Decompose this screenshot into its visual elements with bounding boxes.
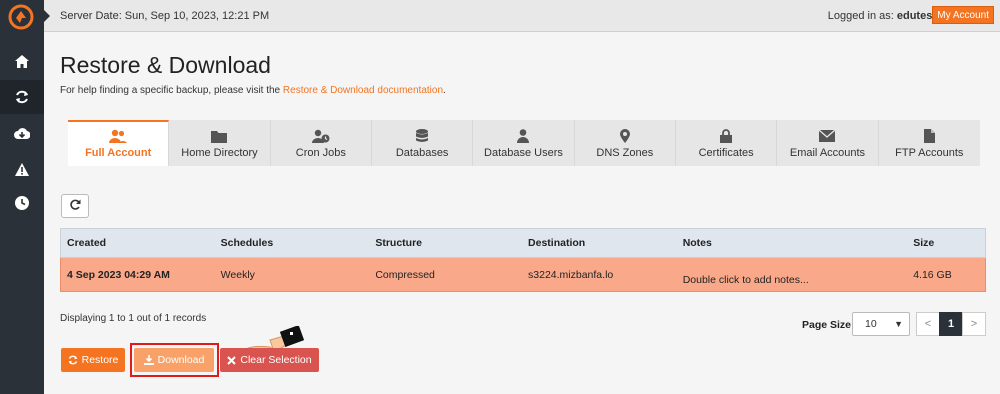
tab-label: Home Directory <box>181 147 258 159</box>
envelope-icon <box>819 127 836 145</box>
tab-label: Email Accounts <box>789 147 866 159</box>
tab-label: DNS Zones <box>596 147 654 159</box>
refresh-button[interactable] <box>61 194 89 218</box>
page-size-label: Page Size <box>802 319 852 331</box>
tab-database-users[interactable]: Database Users <box>473 120 575 166</box>
cell-destination: s3224.mizbanfa.lo <box>528 268 614 281</box>
file-icon <box>923 127 935 145</box>
user-clock-icon <box>311 127 330 145</box>
table-header: Created Schedules Structure Destination … <box>60 228 986 258</box>
home-icon[interactable] <box>0 44 44 78</box>
cell-created: 4 Sep 2023 04:29 AM <box>67 268 170 281</box>
tab-certificates[interactable]: Certificates <box>675 120 778 166</box>
tab-databases[interactable]: Databases <box>371 120 474 166</box>
app-logo[interactable] <box>6 4 36 30</box>
logged-in-status: Logged in as: edutest <box>828 10 936 22</box>
restore-button[interactable]: Restore <box>61 348 125 372</box>
warning-icon[interactable] <box>0 152 44 186</box>
clear-selection-label: Clear Selection <box>240 354 312 366</box>
tab-label: Full Account <box>85 147 152 159</box>
tab-email-accounts[interactable]: Email Accounts <box>777 120 879 166</box>
tab-dns-zones[interactable]: DNS Zones <box>574 120 676 166</box>
tab-full-account[interactable]: Full Account <box>68 120 170 166</box>
tab-label: Certificates <box>698 147 754 159</box>
pagination: < 1 > <box>916 312 986 336</box>
tab-cron-jobs[interactable]: Cron Jobs <box>270 120 372 166</box>
tab-ftp-accounts[interactable]: FTP Accounts <box>878 120 980 166</box>
column-header-size[interactable]: Size <box>907 237 985 249</box>
column-header-destination[interactable]: Destination <box>522 237 677 249</box>
username: edutest <box>896 10 936 22</box>
prev-page-button[interactable]: < <box>916 312 940 336</box>
page-size-value: 10 <box>865 318 877 330</box>
tab-label: Cron Jobs <box>295 147 346 159</box>
records-count: Displaying 1 to 1 out of 1 records <box>60 313 207 324</box>
download-icon <box>143 355 154 365</box>
tab-home-directory[interactable]: Home Directory <box>169 120 271 166</box>
folder-icon <box>211 127 228 145</box>
rotate-icon <box>69 197 81 215</box>
main-content: Restore & Download For help finding a sp… <box>44 32 1000 394</box>
help-text-prefix: For help finding a specific backup, plea… <box>60 85 283 96</box>
cell-schedules: Weekly <box>220 268 255 281</box>
cloud-download-icon[interactable] <box>0 116 44 150</box>
user-icon <box>517 127 530 145</box>
backup-type-tabs: Full Account Home Directory Cron Jobs Da… <box>68 120 980 166</box>
column-header-created[interactable]: Created <box>61 237 215 249</box>
cell-size: 4.16 GB <box>913 268 952 281</box>
download-label: Download <box>157 354 205 366</box>
database-icon <box>416 127 429 145</box>
column-header-notes[interactable]: Notes <box>677 237 908 249</box>
restore-icon <box>68 355 78 365</box>
lock-icon <box>720 127 733 145</box>
logged-in-label: Logged in as: <box>827 10 897 22</box>
server-date: Server Date: Sun, Sep 10, 2023, 12:21 PM <box>60 10 270 22</box>
column-header-schedules[interactable]: Schedules <box>215 237 370 249</box>
top-bar: Server Date: Sun, Sep 10, 2023, 12:21 PM… <box>44 0 1000 32</box>
help-text-end: . <box>443 85 446 96</box>
topbar-arrow <box>44 10 50 22</box>
cell-notes[interactable]: Double click to add notes... <box>677 264 908 286</box>
refresh-icon[interactable] <box>0 80 44 114</box>
column-header-structure[interactable]: Structure <box>369 237 522 249</box>
tab-label: FTP Accounts <box>895 147 964 159</box>
help-text: For help finding a specific backup, plea… <box>60 85 446 96</box>
restore-label: Restore <box>81 354 119 366</box>
cell-structure: Compressed <box>375 268 435 281</box>
next-page-button[interactable]: > <box>962 312 986 336</box>
clock-icon[interactable] <box>0 186 44 220</box>
page-size-select[interactable]: 10 ▼ <box>852 312 910 336</box>
download-button[interactable]: Download <box>134 348 214 372</box>
tab-label: Database Users <box>484 147 563 159</box>
table-row[interactable]: 4 Sep 2023 04:29 AM Weekly Compressed s3… <box>60 258 986 292</box>
chevron-down-icon: ▼ <box>894 319 903 329</box>
map-marker-icon <box>619 127 630 145</box>
page-1-button[interactable]: 1 <box>939 312 963 336</box>
my-account-button[interactable]: My Account <box>932 6 994 24</box>
clear-selection-button[interactable]: Clear Selection <box>220 348 319 372</box>
backups-table: Created Schedules Structure Destination … <box>60 228 986 292</box>
sidebar <box>0 0 44 394</box>
page-title: Restore & Download <box>60 52 271 78</box>
users-icon <box>109 127 128 145</box>
documentation-link[interactable]: Restore & Download documentation <box>283 85 443 96</box>
close-icon <box>227 355 237 365</box>
tab-label: Databases <box>395 147 449 159</box>
